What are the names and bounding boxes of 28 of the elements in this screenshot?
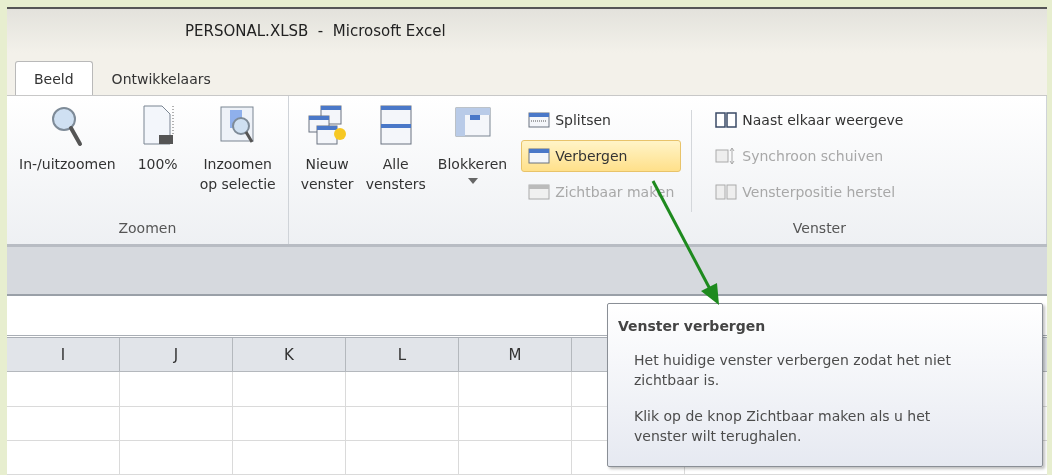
column-header[interactable]: M: [459, 338, 572, 372]
ribbon-button[interactable]: Inzoomen op selectie: [199, 153, 276, 194]
split-icon: [528, 110, 551, 129]
column-header[interactable]: J: [120, 338, 233, 372]
ribbon-button[interactable]: In-/uitzoomen: [19, 153, 116, 174]
ribbon-tab[interactable]: Ontwikkelaars: [92, 60, 230, 96]
new-window-icon: [307, 103, 348, 148]
ribbon-button[interactable]: Nieuw venster: [300, 153, 354, 194]
column-header[interactable]: L: [346, 338, 459, 372]
tooltip-title: Venster verbergen: [618, 318, 767, 334]
side-by-side-icon: [715, 110, 738, 129]
ribbon-button[interactable]: Blokkeren: [437, 153, 508, 174]
reset-position-icon: [715, 182, 738, 201]
group-label: Zoomen: [118, 220, 177, 239]
window-title: PERSONAL.XLSB - Microsoft Excel: [185, 21, 446, 40]
ribbon-button[interactable]: Splitsen: [521, 103, 682, 136]
tooltip-text: Klik op de knop Zichtbaar maken als u het venster wilt terughalen.: [633, 407, 932, 446]
ribbon-tab[interactable]: Beeld: [15, 60, 93, 96]
column-header[interactable]: I: [7, 338, 120, 372]
ribbon-button[interactable]: Naast elkaar weergeve: [708, 103, 911, 136]
column-header[interactable]: K: [233, 338, 346, 372]
window-icon: [528, 182, 551, 201]
ribbon-button[interactable]: 100%: [137, 153, 178, 174]
ribbon-button[interactable]: Verbergen: [521, 139, 682, 172]
tooltip-text: Het huidige venster verbergen zodat het niet zichtbaar is.: [633, 351, 952, 390]
ribbon-button[interactable]: Alle vensters: [365, 153, 426, 194]
group-label: Venster: [792, 220, 846, 239]
hide-window-icon: [528, 146, 551, 165]
